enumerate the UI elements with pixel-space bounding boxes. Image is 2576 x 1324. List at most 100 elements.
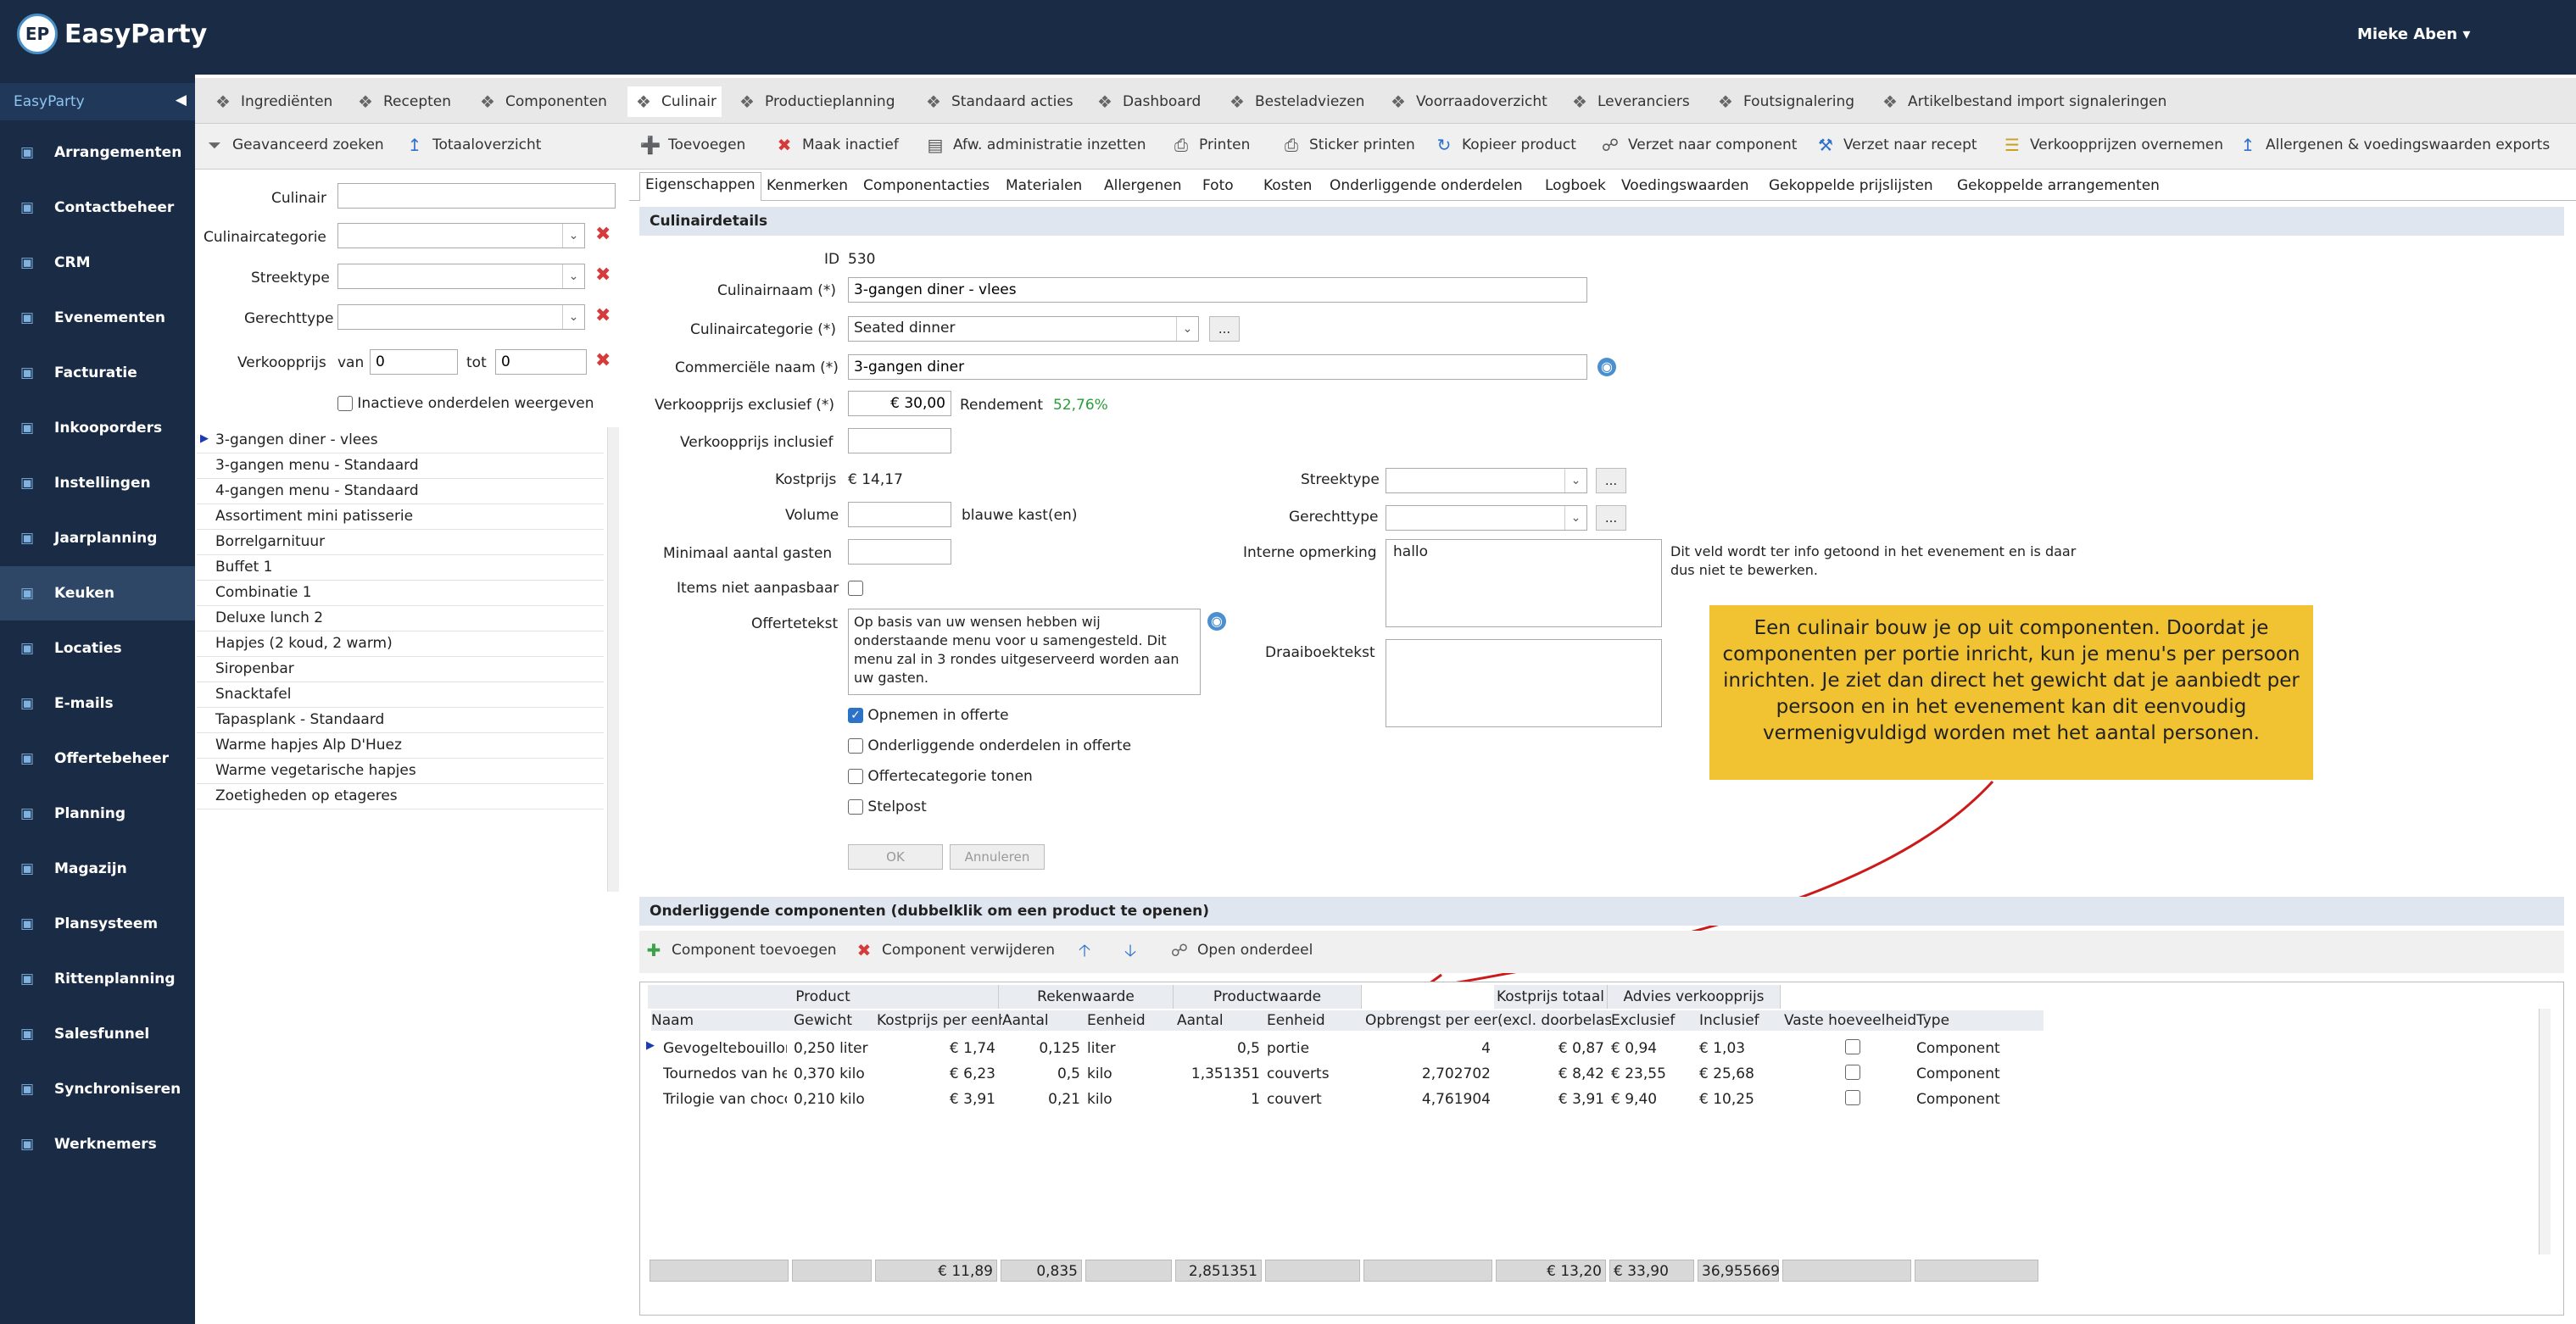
draaiboek-textarea[interactable] bbox=[1386, 639, 1662, 727]
sidebar-item-keuken[interactable]: ▣ Keuken bbox=[0, 566, 195, 620]
subtab-gekoppelde-arrangementen[interactable]: Gekoppelde arrangementen bbox=[1957, 177, 2160, 194]
component-remove-button[interactable]: ✖ Component verwijderen bbox=[853, 939, 1055, 961]
collapse-icon[interactable]: ◀ bbox=[176, 92, 187, 108]
move-down-button[interactable]: 🡣 bbox=[1119, 939, 1141, 961]
intern-textarea[interactable]: hallo bbox=[1386, 539, 1662, 627]
list-item[interactable]: ▶ 3-gangen diner - vlees bbox=[197, 428, 604, 453]
grid-col-header[interactable]: Inclusief bbox=[1699, 1010, 1784, 1031]
naam-input[interactable] bbox=[848, 277, 1587, 303]
offerte-textarea[interactable]: Op basis van uw wensen hebben wij onders… bbox=[848, 609, 1201, 695]
tab-culinair[interactable]: ❖ Culinair bbox=[627, 86, 722, 117]
grid-scrollbar[interactable] bbox=[2539, 1009, 2551, 1254]
sidebar-item-facturatie[interactable]: ▣ Facturatie bbox=[0, 346, 195, 400]
min-gasten-input[interactable] bbox=[848, 539, 951, 565]
toolbar-maak-inactief-button[interactable]: ✖ Maak inactief bbox=[773, 134, 899, 156]
sidebar-item-contactbeheer[interactable]: ▣ Contactbeheer bbox=[0, 181, 195, 235]
user-menu[interactable]: Mieke Aben ▾ bbox=[2357, 25, 2470, 43]
inactive-check[interactable] bbox=[337, 396, 353, 411]
filter-gerechttype-select[interactable]: ⌄ bbox=[337, 304, 585, 330]
tab-besteladviezen[interactable]: ❖ Besteladviezen bbox=[1221, 86, 1369, 117]
sidebar-item-instellingen[interactable]: ▣ Instellingen bbox=[0, 456, 195, 510]
gerechttype-select[interactable]: ⌄ bbox=[1386, 505, 1587, 531]
sidebar-item-salesfunnel[interactable]: ▣ Salesfunnel bbox=[0, 1007, 195, 1061]
list-item[interactable]: Warme hapjes Alp D'Huez bbox=[197, 733, 604, 759]
categorie-select[interactable]: Seated dinner ⌄ bbox=[848, 316, 1199, 342]
sidebar-item-locaties[interactable]: ▣ Locaties bbox=[0, 621, 195, 676]
filter-culinair-input[interactable] bbox=[337, 183, 616, 209]
filter-categorie-select[interactable]: ⌄ bbox=[337, 223, 585, 248]
tab-voorraadoverzicht[interactable]: ❖ Voorraadoverzicht bbox=[1382, 86, 1553, 117]
globe-icon[interactable]: ◉ bbox=[1597, 358, 1616, 376]
sidebar-item-evenementen[interactable]: ▣ Evenementen bbox=[0, 291, 195, 345]
toolbar-printen-button[interactable]: ⎙ Printen bbox=[1170, 134, 1250, 156]
tab-ingredi-nten[interactable]: ❖ Ingrediënten bbox=[207, 86, 337, 117]
filter-streektype-select[interactable]: ⌄ bbox=[337, 264, 585, 289]
vpi-input[interactable] bbox=[848, 428, 951, 453]
items-checkbox[interactable] bbox=[848, 580, 863, 597]
sidebar-item-jaarplanning[interactable]: ▣ Jaarplanning bbox=[0, 511, 195, 565]
component-add-button[interactable]: ✚ Component toevoegen bbox=[643, 939, 837, 961]
categorie-more-button[interactable]: ... bbox=[1209, 316, 1240, 342]
cb1-row[interactable]: ✓ Opnemen in offerte bbox=[848, 707, 1009, 724]
list-item[interactable]: Hapjes (2 koud, 2 warm) bbox=[197, 631, 604, 657]
vpe-input[interactable] bbox=[848, 391, 951, 416]
sidebar-item-planning[interactable]: ▣ Planning bbox=[0, 787, 195, 841]
sidebar-item-werknemers[interactable]: ▣ Werknemers bbox=[0, 1117, 195, 1171]
subtab-kenmerken[interactable]: Kenmerken bbox=[767, 177, 848, 194]
streektype-select[interactable]: ⌄ bbox=[1386, 468, 1587, 493]
cb4-check[interactable] bbox=[848, 799, 863, 815]
sidebar-item-e-mails[interactable]: ▣ E-mails bbox=[0, 676, 195, 731]
list-item[interactable]: Zoetigheden op etageres bbox=[197, 784, 604, 809]
list-item[interactable]: Combinatie 1 bbox=[197, 581, 604, 606]
list-item[interactable]: Buffet 1 bbox=[197, 555, 604, 581]
toolbar-toevoegen-button[interactable]: ➕ Toevoegen bbox=[639, 134, 746, 156]
sidebar-item-plansysteem[interactable]: ▣ Plansysteem bbox=[0, 897, 195, 951]
subtab-materialen[interactable]: Materialen bbox=[1006, 177, 1082, 194]
sidebar-item-inkooporders[interactable]: ▣ Inkooporders bbox=[0, 401, 195, 455]
toolbar-kopieer-product-button[interactable]: ↻ Kopieer product bbox=[1433, 134, 1576, 156]
cb2-check[interactable] bbox=[848, 738, 863, 754]
vaste-hoeveelheid-checkbox[interactable] bbox=[1845, 1039, 1860, 1054]
subtab-gekoppelde-prijslijsten[interactable]: Gekoppelde prijslijsten bbox=[1769, 177, 1933, 194]
tab-componenten[interactable]: ❖ Componenten bbox=[471, 86, 612, 117]
clear-price-icon[interactable]: ✖ bbox=[595, 350, 611, 371]
clear-gerechttype-icon[interactable]: ✖ bbox=[595, 305, 611, 326]
gerechttype-more-button[interactable]: ... bbox=[1596, 505, 1626, 531]
grid-col-header[interactable]: Vaste hoeveelheid bbox=[1784, 1010, 1916, 1031]
grid-col-header[interactable]: Gewicht bbox=[794, 1010, 877, 1031]
tab-artikelbestand-import-signaleringen[interactable]: ❖ Artikelbestand import signaleringen bbox=[1874, 86, 2172, 117]
tab-foutsignalering[interactable]: ❖ Foutsignalering bbox=[1709, 86, 1860, 117]
toolbar-verzet-naar-component-button[interactable]: ☍ Verzet naar component bbox=[1599, 134, 1798, 156]
grid-col-header[interactable]: Type bbox=[1916, 1010, 2044, 1031]
list-scrollbar[interactable] bbox=[607, 427, 619, 892]
tab-recepten[interactable]: ❖ Recepten bbox=[349, 86, 456, 117]
list-item[interactable]: Warme vegetarische hapjes bbox=[197, 759, 604, 784]
grid-col-header[interactable]: Eenheid bbox=[1087, 1010, 1177, 1031]
items-check[interactable] bbox=[848, 581, 863, 596]
cb2-row[interactable]: Onderliggende onderdelen in offerte bbox=[848, 737, 1131, 754]
volume-input[interactable] bbox=[848, 502, 951, 527]
open-component-button[interactable]: ☍ Open onderdeel bbox=[1168, 939, 1313, 961]
sidebar-item-magazijn[interactable]: ▣ Magazijn bbox=[0, 842, 195, 896]
list-item[interactable]: Siropenbar bbox=[197, 657, 604, 682]
grid-col-header[interactable]: Eenheid bbox=[1267, 1010, 1365, 1031]
tab-leveranciers[interactable]: ❖ Leveranciers bbox=[1564, 86, 1695, 117]
subtab-logboek[interactable]: Logboek bbox=[1545, 177, 1606, 194]
grid-col-header[interactable]: Opbrengst per eenheid bbox=[1365, 1010, 1532, 1031]
filter-van-input[interactable] bbox=[370, 349, 458, 375]
list-item[interactable]: 3-gangen menu - Standaard bbox=[197, 453, 604, 479]
list-item[interactable]: Snacktafel bbox=[197, 682, 604, 708]
cb3-check[interactable] bbox=[848, 769, 863, 784]
toolbar-verzet-naar-recept-button[interactable]: ⚒ Verzet naar recept bbox=[1815, 134, 1977, 156]
advanced-search-button[interactable]: ⏷ Geavanceerd zoeken bbox=[204, 134, 384, 156]
ok-button[interactable]: OK bbox=[848, 844, 943, 870]
vaste-hoeveelheid-checkbox[interactable] bbox=[1845, 1090, 1860, 1105]
toolbar-verkoopprijzen-overnemen-button[interactable]: ☰ Verkoopprijzen overnemen bbox=[2001, 134, 2223, 156]
tab-productieplanning[interactable]: ❖ Productieplanning bbox=[731, 86, 900, 117]
sidebar-item-synchroniseren[interactable]: ▣ Synchroniseren bbox=[0, 1062, 195, 1116]
grid-col-header[interactable]: Exclusief bbox=[1611, 1010, 1699, 1031]
subtab-eigenschappen[interactable]: Eigenschappen bbox=[639, 172, 761, 201]
list-item[interactable]: Tapasplank - Standaard bbox=[197, 708, 604, 733]
app-logo[interactable]: EP EasyParty bbox=[17, 14, 207, 54]
inactive-checkbox[interactable]: Inactieve onderdelen weergeven bbox=[337, 395, 594, 412]
